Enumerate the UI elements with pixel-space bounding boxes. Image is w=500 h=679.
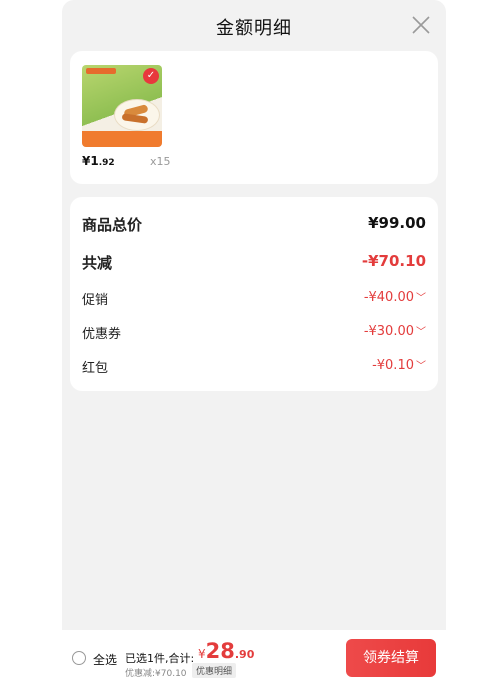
summary-row-promotion[interactable]: 促销 -¥40.00 ﹀ — [82, 289, 426, 313]
checkout-button[interactable]: 领券结算 — [346, 639, 436, 677]
amount-detail-panel: 金额明细 ✓ ¥1.92 x15 商品总价 ¥99.00 共减 -¥70.10 — [62, 0, 446, 679]
product-card: ✓ ¥1.92 x15 — [70, 51, 438, 184]
check-icon[interactable]: ✓ — [143, 68, 159, 84]
product-price-int: 1 — [90, 154, 99, 168]
summary-row-label: 红包 — [82, 361, 109, 376]
summary-row-value: -¥40.00 — [363, 290, 414, 305]
summary-row-value: -¥70.10 — [361, 252, 426, 270]
summary-row-value-wrap: -¥0.10 ﹀ — [372, 357, 426, 373]
chevron-down-icon[interactable]: ﹀ — [416, 361, 426, 372]
panel-header: 金额明细 — [62, 0, 446, 50]
summary-row-label: 商品总价 — [82, 216, 143, 234]
product-image-badge — [86, 68, 116, 74]
summary-row-value: -¥0.10 — [372, 358, 414, 373]
summary-row-total-discount: 共减 -¥70.10 — [82, 252, 426, 276]
summary-row-value-wrap: -¥30.00 ﹀ — [364, 323, 426, 339]
product-image[interactable]: ✓ — [82, 65, 162, 147]
discount-detail-link[interactable]: 优惠明细 — [192, 663, 237, 678]
summary-row-label: 共减 — [82, 254, 113, 272]
summary-row-label: 促销 — [82, 293, 109, 308]
total-amount: ¥28.90 — [198, 639, 254, 663]
product-price: ¥1.92 — [82, 154, 115, 168]
panel-title: 金额明细 — [216, 18, 292, 39]
summary-row-total-price: 商品总价 ¥99.00 — [82, 214, 426, 238]
product-image-strip — [82, 131, 162, 147]
discount-text: 优惠减:¥70.10 — [125, 669, 187, 679]
summary-row-value: -¥30.00 — [363, 324, 414, 339]
chevron-down-icon[interactable]: ﹀ — [416, 293, 426, 304]
select-all-label[interactable]: 全选 — [93, 651, 117, 668]
summary-row-value-wrap: -¥40.00 ﹀ — [364, 289, 426, 305]
summary-row-coupon[interactable]: 优惠券 -¥30.00 ﹀ — [82, 323, 426, 347]
total-symbol: ¥ — [198, 647, 206, 661]
select-all-radio[interactable] — [72, 651, 86, 665]
summary-row-red-packet[interactable]: 红包 -¥0.10 ﹀ — [82, 357, 426, 381]
total-dec: .90 — [234, 648, 255, 661]
total-int: 28 — [205, 639, 235, 663]
chevron-down-icon[interactable]: ﹀ — [416, 327, 426, 338]
bottom-checkout-bar: 全选 已选1件,合计: ¥28.90 优惠减:¥70.10 优惠明细 领券结算 — [62, 630, 446, 679]
price-summary-card: 商品总价 ¥99.00 共减 -¥70.10 促销 -¥40.00 ﹀ 优惠券 -… — [70, 197, 438, 391]
close-icon[interactable] — [410, 14, 432, 36]
product-price-dec: .92 — [98, 158, 115, 168]
product-quantity: x15 — [150, 155, 171, 168]
selected-count-text: 已选1件,合计: — [125, 652, 195, 665]
summary-row-value: ¥99.00 — [368, 214, 426, 232]
summary-row-label: 优惠券 — [82, 327, 122, 342]
